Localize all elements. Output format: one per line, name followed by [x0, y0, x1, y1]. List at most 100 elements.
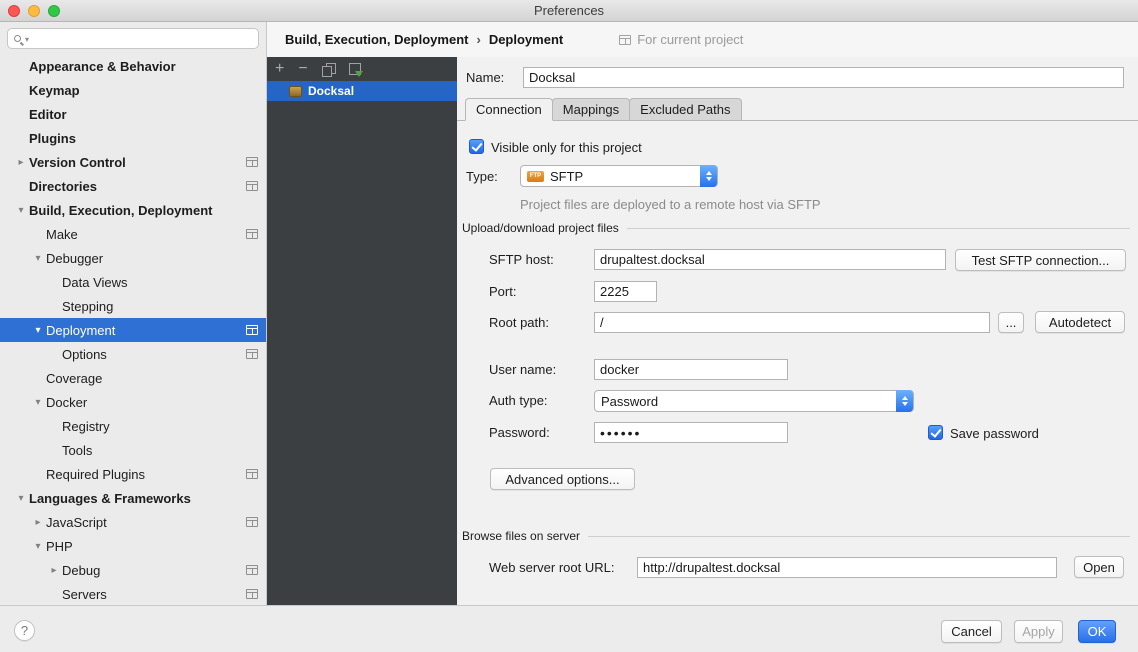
- sidebar-item-editor[interactable]: Editor: [0, 102, 267, 126]
- sidebar-item-docker[interactable]: ▾Docker: [0, 390, 267, 414]
- sidebar-item-languages-frameworks[interactable]: ▾Languages & Frameworks: [0, 486, 267, 510]
- sidebar-item-coverage[interactable]: Coverage: [0, 366, 267, 390]
- breadcrumb: Build, Execution, Deployment › Deploymen…: [267, 22, 1138, 57]
- project-scope-icon: [246, 565, 258, 575]
- type-value: SFTP: [550, 169, 583, 184]
- help-button[interactable]: ?: [14, 620, 35, 641]
- sidebar-item-build-execution-deployment[interactable]: ▾Build, Execution, Deployment: [0, 198, 267, 222]
- auth-type-select[interactable]: Password: [594, 390, 914, 412]
- server-item-label: Docksal: [308, 84, 354, 98]
- tab-excluded-paths[interactable]: Excluded Paths: [629, 98, 741, 120]
- add-server-button[interactable]: +: [275, 61, 284, 77]
- autodetect-button[interactable]: Autodetect: [1035, 311, 1125, 333]
- sidebar-item-tools[interactable]: Tools: [0, 438, 267, 462]
- apply-button[interactable]: Apply: [1014, 620, 1063, 643]
- sidebar-item-label: Data Views: [62, 275, 128, 290]
- sidebar-item-servers[interactable]: Servers: [0, 582, 267, 605]
- sidebar-item-javascript[interactable]: ▸JavaScript: [0, 510, 267, 534]
- remove-server-button[interactable]: −: [298, 61, 307, 77]
- sidebar-item-make[interactable]: Make: [0, 222, 267, 246]
- user-name-label: User name:: [489, 359, 556, 380]
- save-password-checkbox[interactable]: [928, 425, 943, 440]
- cancel-button[interactable]: Cancel: [941, 620, 1002, 643]
- minus-icon: −: [298, 61, 307, 77]
- sidebar-item-options[interactable]: Options: [0, 342, 267, 366]
- ok-button[interactable]: OK: [1078, 620, 1116, 643]
- minimize-button[interactable]: [28, 5, 40, 17]
- sidebar-item-label: Debugger: [46, 251, 103, 266]
- sidebar-item-keymap[interactable]: Keymap: [0, 78, 267, 102]
- sidebar-item-registry[interactable]: Registry: [0, 414, 267, 438]
- name-input[interactable]: [523, 67, 1124, 88]
- window-title: Preferences: [0, 0, 1138, 21]
- sidebar-item-deployment[interactable]: ▾Deployment: [0, 318, 267, 342]
- section-divider: [588, 536, 1130, 537]
- web-root-label: Web server root URL:: [489, 557, 614, 578]
- chevron-right-icon[interactable]: ▸: [13, 157, 29, 168]
- sidebar-item-label: Keymap: [29, 83, 80, 98]
- root-path-input[interactable]: [594, 312, 990, 333]
- chevron-down-icon[interactable]: ▾: [25, 35, 29, 44]
- window-controls: [8, 5, 60, 17]
- breadcrumb-separator-icon: ›: [476, 32, 480, 47]
- plus-icon: +: [275, 61, 284, 77]
- sidebar-item-debugger[interactable]: ▾Debugger: [0, 246, 267, 270]
- chevron-down-icon[interactable]: ▾: [30, 325, 46, 336]
- import-server-button[interactable]: [349, 63, 361, 75]
- sidebar-item-version-control[interactable]: ▸Version Control: [0, 150, 267, 174]
- sidebar-item-label: Directories: [29, 179, 97, 194]
- sidebar-item-label: Deployment: [46, 323, 115, 338]
- sftp-host-input[interactable]: [594, 249, 946, 270]
- sidebar-item-appearance-behavior[interactable]: Appearance & Behavior: [0, 54, 267, 78]
- sidebar-item-label: Version Control: [29, 155, 126, 170]
- test-sftp-connection-button[interactable]: Test SFTP connection...: [955, 249, 1126, 271]
- chevron-down-icon[interactable]: ▾: [13, 493, 29, 504]
- open-button[interactable]: Open: [1074, 556, 1124, 578]
- settings-search[interactable]: ▾: [7, 28, 259, 49]
- chevron-right-icon[interactable]: ▸: [30, 517, 46, 528]
- sidebar-item-debug[interactable]: ▸Debug: [0, 558, 267, 582]
- sidebar-item-directories[interactable]: Directories: [0, 174, 267, 198]
- web-root-input[interactable]: [637, 557, 1057, 578]
- search-input[interactable]: [33, 32, 252, 46]
- server-item-docksal[interactable]: Docksal: [267, 81, 457, 101]
- chevron-right-icon[interactable]: ▸: [46, 565, 62, 576]
- settings-sidebar: ▾ Appearance & Behavior Keymap Editor Plugi…: [0, 22, 267, 605]
- sidebar-item-label: Stepping: [62, 299, 113, 314]
- port-input[interactable]: [594, 281, 657, 302]
- browse-root-path-button[interactable]: ...: [998, 312, 1024, 333]
- combo-stepper-icon[interactable]: [896, 390, 913, 412]
- tab-mappings[interactable]: Mappings: [552, 98, 630, 120]
- tab-connection[interactable]: Connection: [465, 98, 553, 121]
- sidebar-item-label: Options: [62, 347, 107, 362]
- chevron-down-icon[interactable]: ▾: [30, 253, 46, 264]
- combo-stepper-icon[interactable]: [700, 165, 717, 187]
- type-select[interactable]: FTP SFTP: [520, 165, 718, 187]
- deployment-form: Name: ConnectionMappingsExcluded Paths V…: [457, 57, 1138, 605]
- advanced-options-button[interactable]: Advanced options...: [490, 468, 635, 490]
- chevron-down-icon[interactable]: ▾: [30, 541, 46, 552]
- sidebar-item-stepping[interactable]: Stepping: [0, 294, 267, 318]
- user-name-input[interactable]: [594, 359, 788, 380]
- chevron-down-icon[interactable]: ▾: [13, 205, 29, 216]
- sidebar-item-label: Coverage: [46, 371, 102, 386]
- server-list-panel: + − Docksal: [267, 57, 457, 605]
- sidebar-item-required-plugins[interactable]: Required Plugins: [0, 462, 267, 486]
- password-input[interactable]: [594, 422, 788, 443]
- chevron-down-icon[interactable]: ▾: [30, 397, 46, 408]
- settings-tree: Appearance & Behavior Keymap Editor Plugins…: [0, 54, 267, 605]
- sidebar-item-label: JavaScript: [46, 515, 107, 530]
- sidebar-item-plugins[interactable]: Plugins: [0, 126, 267, 150]
- password-label: Password:: [489, 422, 550, 443]
- zoom-button[interactable]: [48, 5, 60, 17]
- sidebar-item-php[interactable]: ▾PHP: [0, 534, 267, 558]
- sidebar-item-label: Plugins: [29, 131, 76, 146]
- sidebar-item-label: Servers: [62, 587, 107, 602]
- project-scope-icon: [246, 589, 258, 599]
- visible-only-checkbox[interactable]: [469, 139, 484, 154]
- tabstrip: ConnectionMappingsExcluded Paths: [457, 97, 1138, 121]
- close-button[interactable]: [8, 5, 20, 17]
- sidebar-item-data-views[interactable]: Data Views: [0, 270, 267, 294]
- breadcrumb-parent[interactable]: Build, Execution, Deployment: [285, 32, 468, 47]
- copy-server-button[interactable]: [322, 63, 335, 76]
